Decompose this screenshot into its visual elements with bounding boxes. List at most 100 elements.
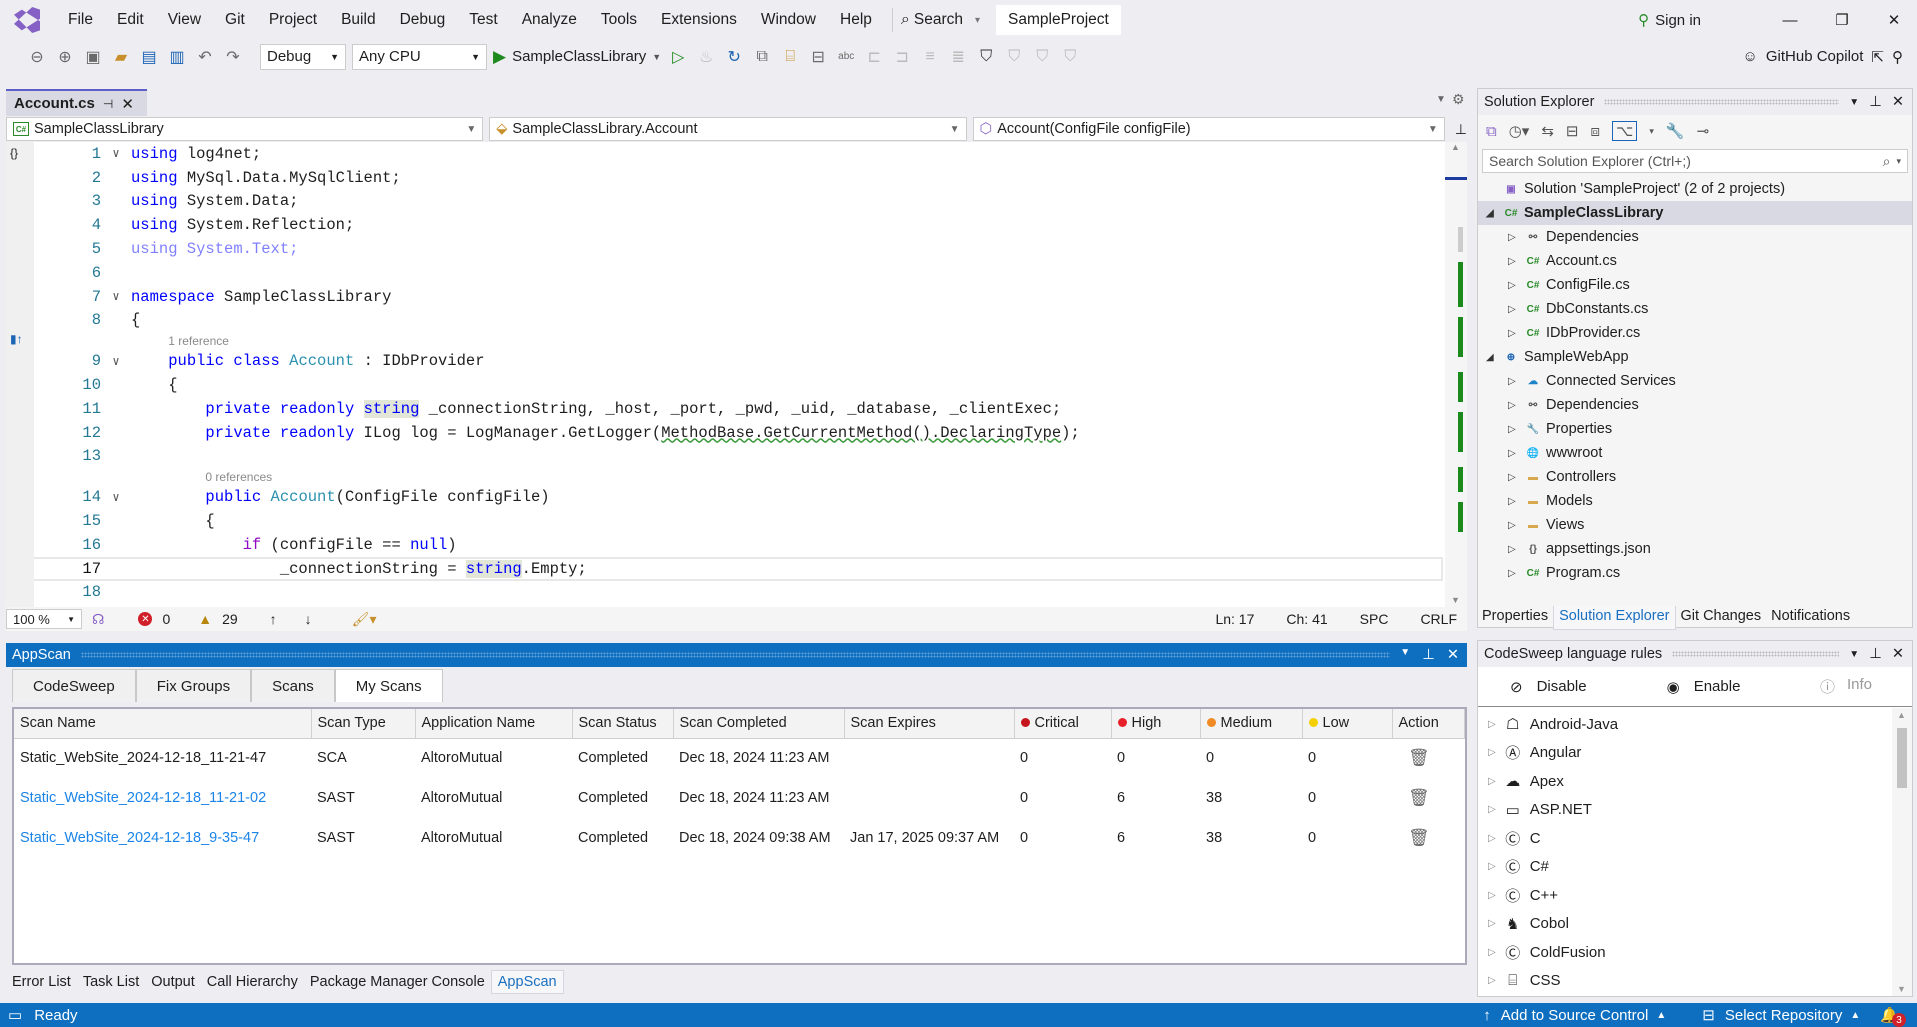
tab-overflow-icon[interactable]: ▼ (1436, 94, 1446, 105)
collapse-chevron-icon[interactable]: ∨ (101, 490, 131, 505)
expand-toggle-icon[interactable]: ▷ (1488, 719, 1496, 730)
line-ending-indicator[interactable]: CRLF (1420, 611, 1457, 627)
tree-item[interactable]: ▷ ▬ Views (1478, 513, 1912, 537)
undo-icon[interactable]: ↶ (194, 46, 216, 68)
expand-toggle-icon[interactable]: ▷ (1508, 448, 1520, 459)
code-lens-references[interactable]: 0 references (205, 470, 272, 484)
member-dropdown[interactable]: ⬡ Account(ConfigFile configFile) ▼ (972, 117, 1445, 141)
tab-codesweep[interactable]: CodeSweep (12, 669, 136, 702)
outdent-icon[interactable]: ≣ (947, 46, 969, 68)
select-repository-button[interactable]: Select Repository (1725, 1007, 1843, 1024)
sync-icon[interactable]: ⇆ (1541, 122, 1554, 140)
code-line[interactable]: 11 private readonly string _connectionSt… (34, 397, 1443, 421)
code-line[interactable]: 7 ∨ namespace SampleClassLibrary (34, 285, 1443, 309)
column-header[interactable]: High (1111, 709, 1201, 739)
code-line[interactable]: 12 private readonly ILog log = LogManage… (34, 421, 1443, 445)
code-line[interactable]: 8{ (34, 309, 1443, 333)
start-icon[interactable]: ▶ (493, 47, 506, 67)
window-icon[interactable]: ⊟ (807, 46, 829, 68)
close-tab-icon[interactable]: ✕ (121, 95, 134, 113)
expand-toggle-icon[interactable]: ▷ (1508, 328, 1520, 339)
properties-wrench-icon[interactable]: 🔧 (1666, 122, 1685, 140)
new-project-icon[interactable]: ▣ (82, 46, 104, 68)
scan-row[interactable]: Static_WebSite_2024-12-18_11-21-02 SAST Al… (14, 778, 1465, 818)
pin-icon[interactable]: ⊥ (1422, 647, 1435, 663)
code-line[interactable]: 14 ∨ public Account(ConfigFile configFile… (34, 485, 1443, 509)
save-all-icon[interactable]: ▥ (166, 46, 188, 68)
column-header[interactable]: Scan Expires (844, 709, 1015, 739)
tab-fix-groups[interactable]: Fix Groups (135, 669, 252, 702)
next-issue-icon[interactable]: ↓ (305, 611, 312, 627)
expand-toggle-icon[interactable]: ▷ (1508, 568, 1520, 579)
expand-toggle-icon[interactable]: ▷ (1508, 472, 1520, 483)
tab-output[interactable]: Output (145, 971, 201, 993)
show-all-files-icon[interactable]: ⧈ (1591, 123, 1601, 140)
start-without-debugging-icon[interactable]: ▷ (667, 46, 689, 68)
tab-properties[interactable]: Properties (1477, 606, 1553, 630)
find-in-files-icon[interactable]: ⌸ (779, 46, 801, 68)
info-button[interactable]: ⓘ Info (1820, 676, 1872, 697)
column-header[interactable]: Medium (1200, 709, 1303, 739)
language-item[interactable]: ▷ ♞ Cobol (1478, 910, 1912, 939)
notifications-bell-icon[interactable]: 🔔 3 (1880, 1006, 1906, 1027)
collapse-all-icon[interactable]: ⊟ (1566, 122, 1579, 140)
back-icon[interactable]: ⊖ (26, 46, 48, 68)
expand-toggle-icon[interactable]: ▷ (1508, 304, 1520, 315)
code-line[interactable]: 10 { (34, 373, 1443, 397)
column-header[interactable]: Action (1392, 709, 1465, 739)
language-item[interactable]: ▷ Ⓒ C++ (1478, 881, 1912, 910)
menu-view[interactable]: View (156, 11, 213, 29)
platform-select[interactable]: Any CPU ▼ (352, 43, 487, 70)
tree-item[interactable]: ▷ ▬ Models (1478, 489, 1912, 513)
preview-icon[interactable]: ⊸ (1697, 122, 1710, 140)
column-header[interactable]: Scan Completed (673, 709, 845, 739)
code-line[interactable]: 5 using System.Text; (34, 237, 1443, 261)
language-item[interactable]: ▷ Ⓒ C (1478, 824, 1912, 853)
menu-help[interactable]: Help (828, 11, 884, 29)
scan-row[interactable]: Static_WebSite_2024-12-18_11-21-47 SCA Alt… (14, 738, 1465, 778)
spell-check-icon[interactable]: abc (835, 46, 857, 68)
delete-trash-icon[interactable]: 🗑 (1398, 748, 1430, 767)
menu-window[interactable]: Window (749, 11, 828, 29)
disable-button[interactable]: ⊘ Disable (1510, 678, 1587, 696)
tree-item[interactable]: ◢ C# SampleClassLibrary (1478, 201, 1912, 225)
language-item[interactable]: ▷ Ⓒ C# (1478, 853, 1912, 882)
tree-item[interactable]: ▷ 🌐 wwwroot (1478, 441, 1912, 465)
expand-toggle-icon[interactable]: ▷ (1488, 861, 1496, 872)
tab-appscan[interactable]: AppScan (490, 970, 564, 994)
code-line[interactable]: 2 using MySql.Data.MySqlClient; (34, 166, 1443, 190)
language-item[interactable]: ▷ Ⓒ ColdFusion (1478, 938, 1912, 967)
code-line[interactable]: 18 (34, 581, 1443, 605)
zoom-select[interactable]: 100 % ▼ (6, 609, 82, 629)
tree-item[interactable]: ▷ ▬ Controllers (1478, 465, 1912, 489)
expand-toggle-icon[interactable]: ▷ (1488, 918, 1496, 929)
add-to-source-control-button[interactable]: Add to Source Control (1501, 1007, 1649, 1024)
warning-count[interactable]: 29 (222, 611, 238, 627)
solution-search-input[interactable]: Search Solution Explorer (Ctrl+;) ⌕ ▾ (1482, 149, 1908, 173)
expand-toggle-icon[interactable]: ▷ (1508, 520, 1520, 531)
tab-my-scans[interactable]: My Scans (334, 669, 443, 702)
window-menu-icon[interactable]: ▼ (1849, 97, 1859, 108)
uncomment-icon[interactable]: ⊐ (891, 46, 913, 68)
tree-item[interactable]: ▷ C# DbConstants.cs (1478, 297, 1912, 321)
pending-changes-filter-icon[interactable]: ◷▾ (1509, 122, 1530, 140)
refresh-icon[interactable]: ↻ (723, 46, 745, 68)
tree-item[interactable]: ▷ C# ConfigFile.cs (1478, 273, 1912, 297)
clear-bookmarks-icon[interactable]: ⛉ (1059, 46, 1081, 68)
cell-name[interactable]: Static_WebSite_2024-12-18_11-21-02 (14, 778, 311, 818)
tab-error-list[interactable]: Error List (6, 971, 77, 993)
implementation-icon[interactable]: ▮↑ (10, 332, 23, 346)
column-indicator[interactable]: Ch: 41 (1286, 611, 1327, 627)
close-panel-icon[interactable]: ✕ (1892, 94, 1904, 110)
menu-edit[interactable]: Edit (105, 11, 156, 29)
share-icon[interactable]: ⇱ (1871, 48, 1884, 66)
pin-icon[interactable]: ⊥ (1869, 94, 1882, 110)
tree-item[interactable]: ▷ C# Account.cs (1478, 249, 1912, 273)
expand-toggle-icon[interactable]: ▷ (1508, 232, 1520, 243)
upload-icon[interactable]: ↑ (1483, 1007, 1491, 1024)
settings-gear-icon[interactable]: ⚙ (1452, 91, 1465, 108)
project-dropdown[interactable]: C# SampleClassLibrary ▼ (6, 117, 484, 141)
expand-toggle-icon[interactable]: ◢ (1486, 352, 1498, 363)
enable-button[interactable]: ◉ Enable (1667, 678, 1741, 696)
vertical-scrollbar[interactable]: ▲ ▼ (1445, 142, 1467, 607)
